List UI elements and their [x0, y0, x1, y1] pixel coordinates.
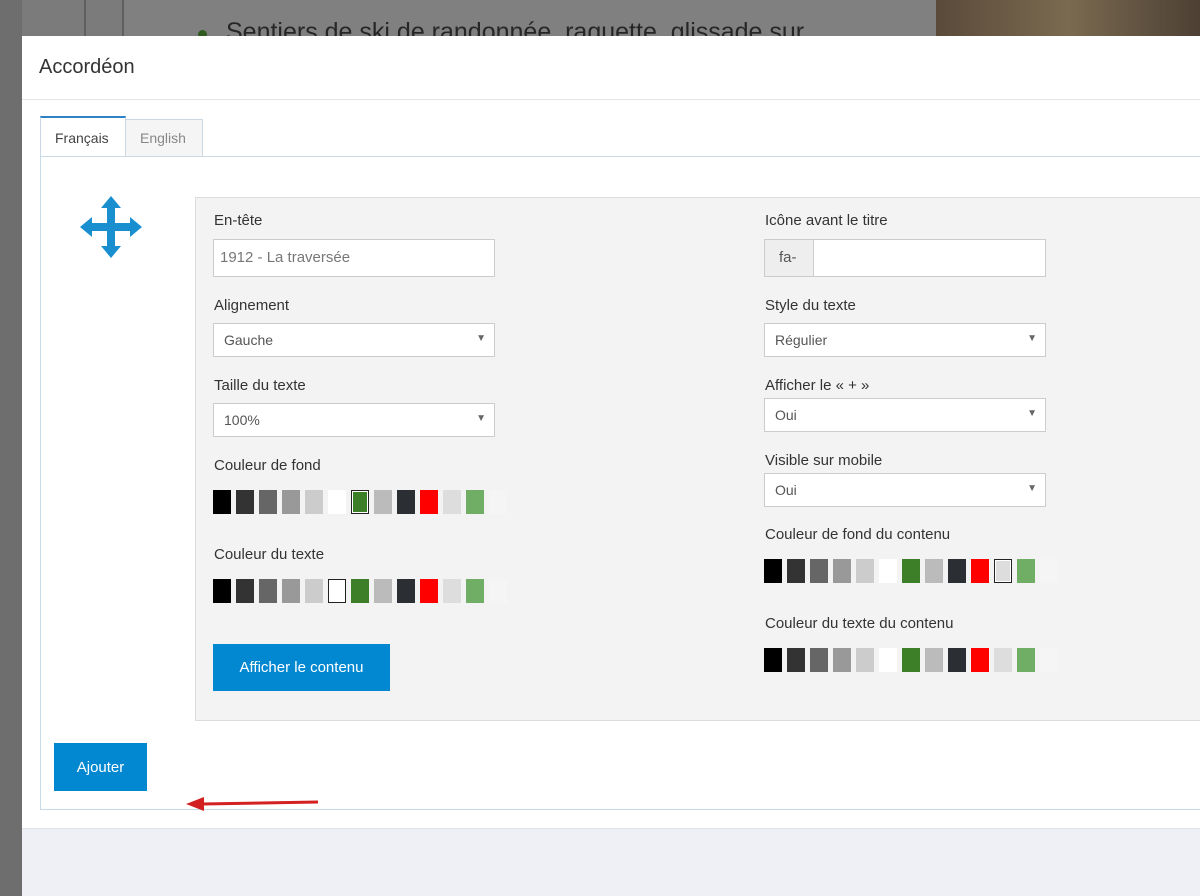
header-input[interactable]: 1912 - La traversée [213, 239, 495, 277]
color-swatch[interactable] [810, 648, 828, 672]
color-swatch[interactable] [1017, 559, 1035, 583]
color-swatch[interactable] [374, 490, 392, 514]
alignment-select[interactable]: Gauche ▼ [213, 323, 495, 357]
color-swatch[interactable] [787, 559, 805, 583]
text-size-select[interactable]: 100% ▼ [213, 403, 495, 437]
arrows-move-icon[interactable] [80, 196, 142, 258]
color-swatch[interactable] [1040, 648, 1058, 672]
color-swatch[interactable] [833, 648, 851, 672]
color-swatch[interactable] [810, 559, 828, 583]
alignment-value: Gauche [224, 332, 274, 348]
caret-down-icon: ▼ [1027, 408, 1037, 419]
background-image [936, 0, 1200, 40]
color-swatch[interactable] [466, 490, 484, 514]
color-swatch[interactable] [925, 648, 943, 672]
add-button[interactable]: Ajouter [54, 743, 147, 791]
modal-title: Accordéon [39, 56, 135, 78]
color-swatch[interactable] [833, 559, 851, 583]
show-plus-value: Oui [775, 407, 797, 423]
caret-down-icon: ▼ [1027, 483, 1037, 494]
content-text-color-label: Couleur du texte du contenu [765, 615, 954, 632]
color-swatch[interactable] [259, 579, 277, 603]
color-swatch[interactable] [236, 490, 254, 514]
color-swatch[interactable] [902, 648, 920, 672]
color-swatch[interactable] [397, 579, 415, 603]
color-swatch[interactable] [328, 490, 346, 514]
color-swatch[interactable] [213, 490, 231, 514]
color-swatch[interactable] [236, 579, 254, 603]
color-swatch[interactable] [282, 490, 300, 514]
text-style-select[interactable]: Régulier ▼ [764, 323, 1046, 357]
text-color-palette [213, 579, 507, 603]
color-swatch[interactable] [397, 490, 415, 514]
color-swatch[interactable] [925, 559, 943, 583]
color-swatch[interactable] [374, 579, 392, 603]
visible-mobile-select[interactable]: Oui ▼ [764, 473, 1046, 507]
show-plus-label: Afficher le « + » [765, 377, 870, 394]
color-swatch[interactable] [902, 559, 920, 583]
color-swatch[interactable] [259, 490, 277, 514]
color-swatch[interactable] [856, 559, 874, 583]
tab-francais[interactable]: Français [40, 116, 126, 157]
color-swatch[interactable] [282, 579, 300, 603]
color-swatch[interactable] [948, 648, 966, 672]
color-swatch[interactable] [971, 648, 989, 672]
show-content-button[interactable]: Afficher le contenu [213, 644, 390, 691]
color-swatch[interactable] [994, 648, 1012, 672]
bg-color-label: Couleur de fond [214, 457, 321, 474]
color-swatch[interactable] [489, 490, 507, 514]
color-swatch[interactable] [351, 579, 369, 603]
color-swatch[interactable] [879, 559, 897, 583]
text-color-label: Couleur du texte [214, 546, 325, 563]
header-label: En-tête [214, 212, 263, 229]
color-swatch[interactable] [305, 579, 323, 603]
content-bg-color-palette [764, 559, 1058, 583]
show-plus-select[interactable]: Oui ▼ [764, 398, 1046, 432]
visible-mobile-value: Oui [775, 482, 797, 498]
visible-mobile-label: Visible sur mobile [765, 452, 883, 469]
text-style-value: Régulier [775, 332, 828, 348]
color-swatch[interactable] [443, 490, 461, 514]
icon-prefix-addon: fa- [764, 239, 814, 277]
icon-before-title-input[interactable] [813, 239, 1046, 277]
color-swatch[interactable] [994, 559, 1012, 583]
modal-header: Accordéon [22, 36, 1200, 100]
caret-down-icon: ▼ [476, 413, 486, 424]
accordion-settings-panel: En-tête 1912 - La traversée Alignement G… [195, 197, 1200, 721]
text-size-label: Taille du texte [214, 377, 306, 394]
color-swatch[interactable] [764, 559, 782, 583]
caret-down-icon: ▼ [476, 333, 486, 344]
color-swatch[interactable] [351, 490, 369, 514]
text-size-value: 100% [224, 412, 260, 428]
bg-color-palette [213, 490, 507, 514]
tab-english[interactable]: English [125, 119, 203, 156]
color-swatch[interactable] [787, 648, 805, 672]
color-swatch[interactable] [443, 579, 461, 603]
color-swatch[interactable] [879, 648, 897, 672]
modal-footer [22, 828, 1200, 896]
background-divider [84, 0, 86, 40]
content-bg-color-label: Couleur de fond du contenu [765, 526, 951, 543]
caret-down-icon: ▼ [1027, 333, 1037, 344]
alignment-label: Alignement [214, 297, 290, 314]
color-swatch[interactable] [856, 648, 874, 672]
color-swatch[interactable] [305, 490, 323, 514]
color-swatch[interactable] [213, 579, 231, 603]
text-style-label: Style du texte [765, 297, 856, 314]
color-swatch[interactable] [489, 579, 507, 603]
icon-before-title-label: Icône avant le titre [765, 212, 888, 229]
color-swatch[interactable] [1017, 648, 1035, 672]
color-swatch[interactable] [1040, 559, 1058, 583]
color-swatch[interactable] [948, 559, 966, 583]
content-text-color-palette [764, 648, 1058, 672]
color-swatch[interactable] [328, 579, 346, 603]
red-arrow-annotation [186, 797, 319, 811]
color-swatch[interactable] [420, 490, 438, 514]
background-sidebar [0, 0, 22, 896]
color-swatch[interactable] [764, 648, 782, 672]
color-swatch[interactable] [971, 559, 989, 583]
color-swatch[interactable] [420, 579, 438, 603]
accordion-modal: Accordéon Français English En-tête 1912 … [22, 36, 1200, 896]
color-swatch[interactable] [466, 579, 484, 603]
